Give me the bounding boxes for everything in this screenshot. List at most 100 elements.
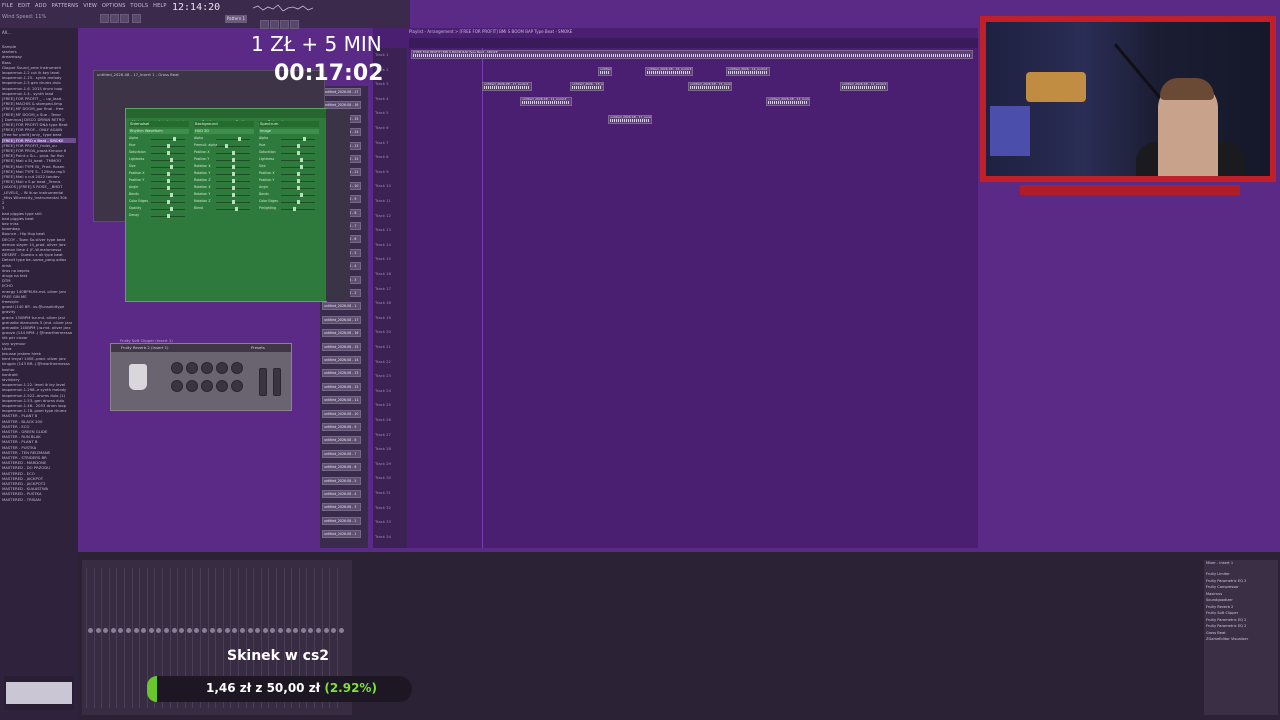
slider-knob[interactable]: [231, 200, 235, 204]
slider-knob[interactable]: [166, 200, 170, 204]
slider-knob[interactable]: [237, 137, 241, 141]
pan-knob[interactable]: [156, 628, 162, 633]
reverb-knob[interactable]: [186, 362, 198, 374]
track-label[interactable]: Track 21: [375, 344, 391, 349]
menu-item-add[interactable]: ADD: [35, 3, 47, 9]
track-label[interactable]: Track 22: [375, 359, 391, 364]
fx-slot[interactable]: Fruity Limiter: [1206, 572, 1230, 576]
channel-button[interactable]: untitled_2026-08 - 9: [322, 423, 361, 431]
slider-knob[interactable]: [169, 158, 173, 162]
param-slider[interactable]: Alpha: [129, 136, 189, 143]
slider-knob[interactable]: [296, 144, 300, 148]
slider-knob[interactable]: [296, 151, 300, 155]
track-label[interactable]: Track 31: [375, 490, 391, 495]
slider-knob[interactable]: [231, 165, 235, 169]
pan-knob[interactable]: [262, 628, 268, 633]
audio-clip[interactable]: untitled_2026-08 - 16_Audio3: [645, 67, 693, 76]
pan-knob[interactable]: [308, 628, 314, 633]
slider-knob[interactable]: [302, 137, 306, 141]
pan-knob[interactable]: [247, 628, 253, 633]
param-slider[interactable]: Position X: [129, 171, 189, 178]
param-slider[interactable]: Alpha: [259, 136, 319, 143]
track-label[interactable]: Track 19: [375, 315, 391, 320]
channel-button[interactable]: untitled_2026-08 - 10: [322, 409, 361, 418]
track-label[interactable]: Track 17: [375, 286, 391, 291]
pan-knob[interactable]: [133, 628, 139, 633]
fx-slot[interactable]: ZGameEditor Visualizer: [1206, 637, 1248, 641]
play-button[interactable]: [100, 14, 109, 23]
param-slider[interactable]: Bands: [129, 192, 189, 199]
record-button[interactable]: [120, 14, 129, 23]
pan-knob[interactable]: [209, 628, 215, 633]
channel-button[interactable]: untitled_2026-08 - 16: [322, 329, 361, 338]
fx-slot[interactable]: Fruity Compressor: [1206, 585, 1239, 589]
toolbar-button[interactable]: [260, 20, 269, 29]
pan-knob[interactable]: [141, 628, 147, 633]
param-slider[interactable]: Position X: [259, 171, 319, 178]
reverb-knob[interactable]: [231, 380, 243, 392]
fx-slot[interactable]: Gross Beat: [1206, 631, 1226, 635]
track-label[interactable]: Track 29: [375, 461, 391, 466]
pan-knob[interactable]: [270, 628, 276, 633]
reverb-knob[interactable]: [186, 380, 198, 392]
zgame-visualizer-window[interactable]: Main Load content Settings Surface Debug…: [125, 108, 350, 302]
browser-header[interactable]: All...: [2, 30, 11, 35]
param-slider[interactable]: Size: [259, 164, 319, 171]
channel-button[interactable]: untitled_2026-08 - 14: [322, 356, 361, 364]
pan-knob[interactable]: [278, 628, 283, 633]
track-label[interactable]: Track 14: [375, 242, 391, 247]
tempo-display[interactable]: [132, 14, 141, 23]
param-slider[interactable]: Size: [129, 164, 189, 171]
browser-item[interactable]: Detroit type be..soma_pang adios: [2, 257, 76, 262]
layer-header[interactable]: Sidenoisel: [129, 121, 189, 127]
pan-knob[interactable]: [202, 628, 207, 633]
fx-slot[interactable]: Maximus: [1206, 592, 1222, 596]
slider-knob[interactable]: [296, 200, 300, 204]
track-label[interactable]: Track 8: [375, 154, 389, 159]
param-slider[interactable]: Lightness: [259, 157, 319, 164]
playlist-timeline[interactable]: [409, 38, 978, 48]
toolbar-button[interactable]: [270, 20, 279, 29]
reverb-knob[interactable]: [216, 362, 228, 374]
channel-button[interactable]: untitled_2026-08 - 17: [322, 88, 361, 96]
channel-button[interactable]: untitled_2026-08 - 1: [322, 302, 361, 311]
slider-knob[interactable]: [169, 207, 173, 211]
channel-button[interactable]: untitled_2026-08 - 5: [322, 476, 361, 485]
menu-item-patterns[interactable]: PATTERNS: [52, 3, 79, 9]
track-label[interactable]: Track 16: [375, 271, 391, 276]
browser-item[interactable]: leopermun.1.298..e synth melody: [2, 387, 76, 392]
stop-button[interactable]: [110, 14, 119, 23]
pan-knob[interactable]: [126, 628, 131, 633]
track-label[interactable]: Track 26: [375, 417, 391, 422]
param-slider[interactable]: Hue: [129, 143, 189, 150]
fx-slot[interactable]: Fruity Parametric EQ 2: [1206, 579, 1246, 583]
fx-slot[interactable]: Soundgoodizer: [1206, 598, 1233, 602]
audio-clip[interactable]: untitled_2026-08 - 13_Audio3: [766, 97, 810, 106]
param-slider[interactable]: Decay: [129, 213, 189, 220]
slider-knob[interactable]: [231, 193, 235, 197]
slider-knob[interactable]: [296, 179, 300, 183]
track-label[interactable]: Track 23: [375, 373, 391, 378]
fx-slot[interactable]: Fruity Soft Clipper: [1206, 611, 1238, 615]
menu-item-tools[interactable]: TOOLS: [130, 3, 148, 9]
param-slider[interactable]: Prelighting: [259, 206, 319, 213]
channel-button[interactable]: untitled_2026-08 - 17: [322, 315, 361, 324]
pan-knob[interactable]: [186, 628, 192, 633]
slider-knob[interactable]: [172, 137, 176, 141]
audio-clip[interactable]: untitled_2026-08 - 11_Audio3: [520, 97, 572, 106]
track-label[interactable]: Track 25: [375, 402, 391, 407]
track-label[interactable]: Track 15: [375, 256, 391, 261]
slider-knob[interactable]: [231, 186, 235, 190]
slider-knob[interactable]: [166, 151, 170, 155]
browser-item[interactable]: DECOY - Town So.sliver type beat: [2, 237, 76, 242]
slider-knob[interactable]: [166, 179, 170, 183]
param-slider[interactable]: Rotation Y: [194, 171, 254, 178]
track-label[interactable]: Track 11: [375, 198, 391, 203]
browser-item[interactable]: MASTERED - TRISAN: [2, 497, 76, 502]
pan-knob[interactable]: [323, 628, 329, 633]
layer-header[interactable]: Spectrum: [259, 121, 319, 127]
track-label[interactable]: Track 13: [375, 227, 391, 232]
track-label[interactable]: Track 24: [375, 388, 391, 393]
pan-knob[interactable]: [194, 628, 200, 633]
menu-item-file[interactable]: FILE: [2, 3, 13, 9]
